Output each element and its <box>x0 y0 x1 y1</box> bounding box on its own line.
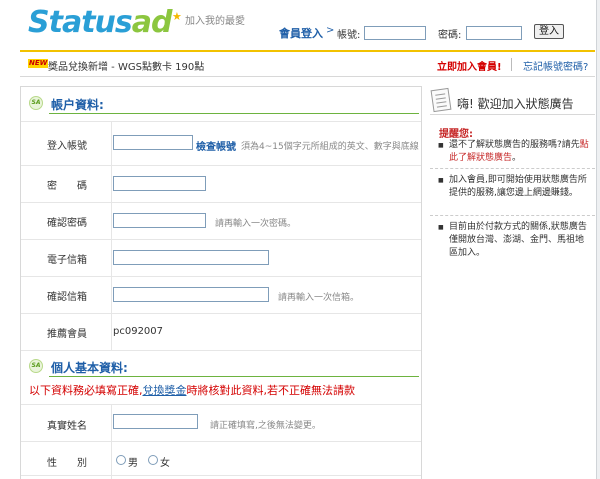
confirm-password-input[interactable] <box>113 213 206 228</box>
add-favorite-link[interactable]: 加入我的最愛 <box>185 12 245 27</box>
field-label: 確認密碼 <box>47 218 87 229</box>
confirm-email-input[interactable] <box>113 287 269 302</box>
confirm-email-hint: 請再輸入一次信箱。 <box>278 293 360 303</box>
field-label: 真實姓名 <box>47 421 87 432</box>
field-label: 電子信箱 <box>47 255 87 266</box>
login-account-input[interactable] <box>364 26 426 40</box>
notepad-icon <box>430 87 452 113</box>
account-section-title: 帳户資料: <box>51 98 104 112</box>
confirm-password-hint: 請再輸入一次密碼。 <box>215 219 297 229</box>
password-input[interactable] <box>113 176 206 191</box>
tip-divider <box>430 168 595 169</box>
real-name-hint: 請正確填寫,之後無法變更。 <box>210 421 321 431</box>
news-ticker[interactable]: 獎品兌換新增 - WGS點數卡 190點 <box>48 58 204 73</box>
field-label: 密 碼 <box>47 181 87 192</box>
tip-item: 加入會員,即可開始使用狀態廣告所提供的服務,讓您邊上網邊賺錢。 <box>438 174 590 200</box>
field-label: 推薦會員 <box>47 329 87 340</box>
personal-section-title: 個人基本資料: <box>51 361 128 375</box>
data-accuracy-warning: 以下資料務必填寫正確,兌換獎金時將核對此資料,若不正確無法請款 <box>29 384 355 397</box>
account-input[interactable] <box>113 135 193 150</box>
row-divider <box>21 475 421 476</box>
new-badge: NEW <box>28 59 49 68</box>
registration-form: SA 帳户資料: 登入帳號 檢查帳號 須為4~15個字元所組成的英文、數字與底線… <box>20 86 422 479</box>
welcome-title: 嗨! 歡迎加入狀態廣告 <box>457 97 574 111</box>
gender-male-label: 男 <box>128 458 138 469</box>
news-divider <box>20 76 595 77</box>
sa-badge-icon: SA <box>29 96 43 110</box>
referrer-value: pc092007 <box>113 326 164 337</box>
gender-female-radio[interactable] <box>148 455 158 465</box>
section-underline <box>49 376 419 377</box>
header-divider <box>20 50 595 52</box>
row-divider <box>21 313 421 314</box>
field-label: 性 別 <box>47 458 87 469</box>
real-name-input[interactable] <box>113 414 198 429</box>
gender-female-label: 女 <box>160 458 170 469</box>
row-divider <box>21 202 421 203</box>
star-icon: ★ <box>172 10 182 23</box>
account-label: 帳號: <box>337 30 361 41</box>
redeem-link[interactable]: 兌換獎金 <box>143 384 187 397</box>
site-header: Statusad ★ 加入我的最愛 會員登入 > 帳號: 密碼: 登入 <box>0 0 600 48</box>
password-label: 密碼: <box>438 30 462 41</box>
login-button[interactable]: 登入 <box>534 24 564 39</box>
login-password-input[interactable] <box>466 26 522 40</box>
sidebar-divider <box>430 114 595 115</box>
statusad-logo[interactable]: Statusad <box>28 5 172 40</box>
arrow-right-icon: > <box>326 25 335 36</box>
join-member-link[interactable]: 立即加入會員! <box>437 58 502 73</box>
forgot-password-link[interactable]: 忘記帳號密碼? <box>523 58 588 73</box>
account-hint: 須為4~15個字元所組成的英文、數字與底線 <box>241 142 419 152</box>
row-divider <box>21 239 421 240</box>
tips-title: 提醒您: <box>439 129 473 140</box>
link-divider <box>511 58 512 71</box>
row-divider <box>21 441 421 442</box>
scrollbar[interactable] <box>596 0 600 479</box>
field-label: 登入帳號 <box>47 141 87 152</box>
gender-male-radio[interactable] <box>116 455 126 465</box>
section-underline <box>49 113 419 114</box>
row-divider <box>21 165 421 166</box>
row-divider <box>21 350 421 351</box>
sa-badge-icon: SA <box>29 359 43 373</box>
email-input[interactable] <box>113 250 269 265</box>
row-divider <box>21 121 421 122</box>
column-divider <box>111 121 112 350</box>
tip-item: 目前由於付款方式的關係,狀態廣告僅開放台灣、澎湖、金門、馬祖地區加入。 <box>438 221 590 260</box>
tip-divider <box>430 215 595 216</box>
field-label: 確認信箱 <box>47 292 87 303</box>
check-account-link[interactable]: 檢查帳號 <box>196 138 236 153</box>
tip-item: 還不了解狀態廣告的服務嗎?請先點此了解狀態廣告。 <box>438 139 590 165</box>
welcome-sidebar: 嗨! 歡迎加入狀態廣告 提醒您: 還不了解狀態廣告的服務嗎?請先點此了解狀態廣告… <box>430 86 595 479</box>
row-divider <box>21 404 421 405</box>
member-login-title: 會員登入 <box>279 27 323 40</box>
column-divider <box>111 404 112 479</box>
row-divider <box>21 276 421 277</box>
